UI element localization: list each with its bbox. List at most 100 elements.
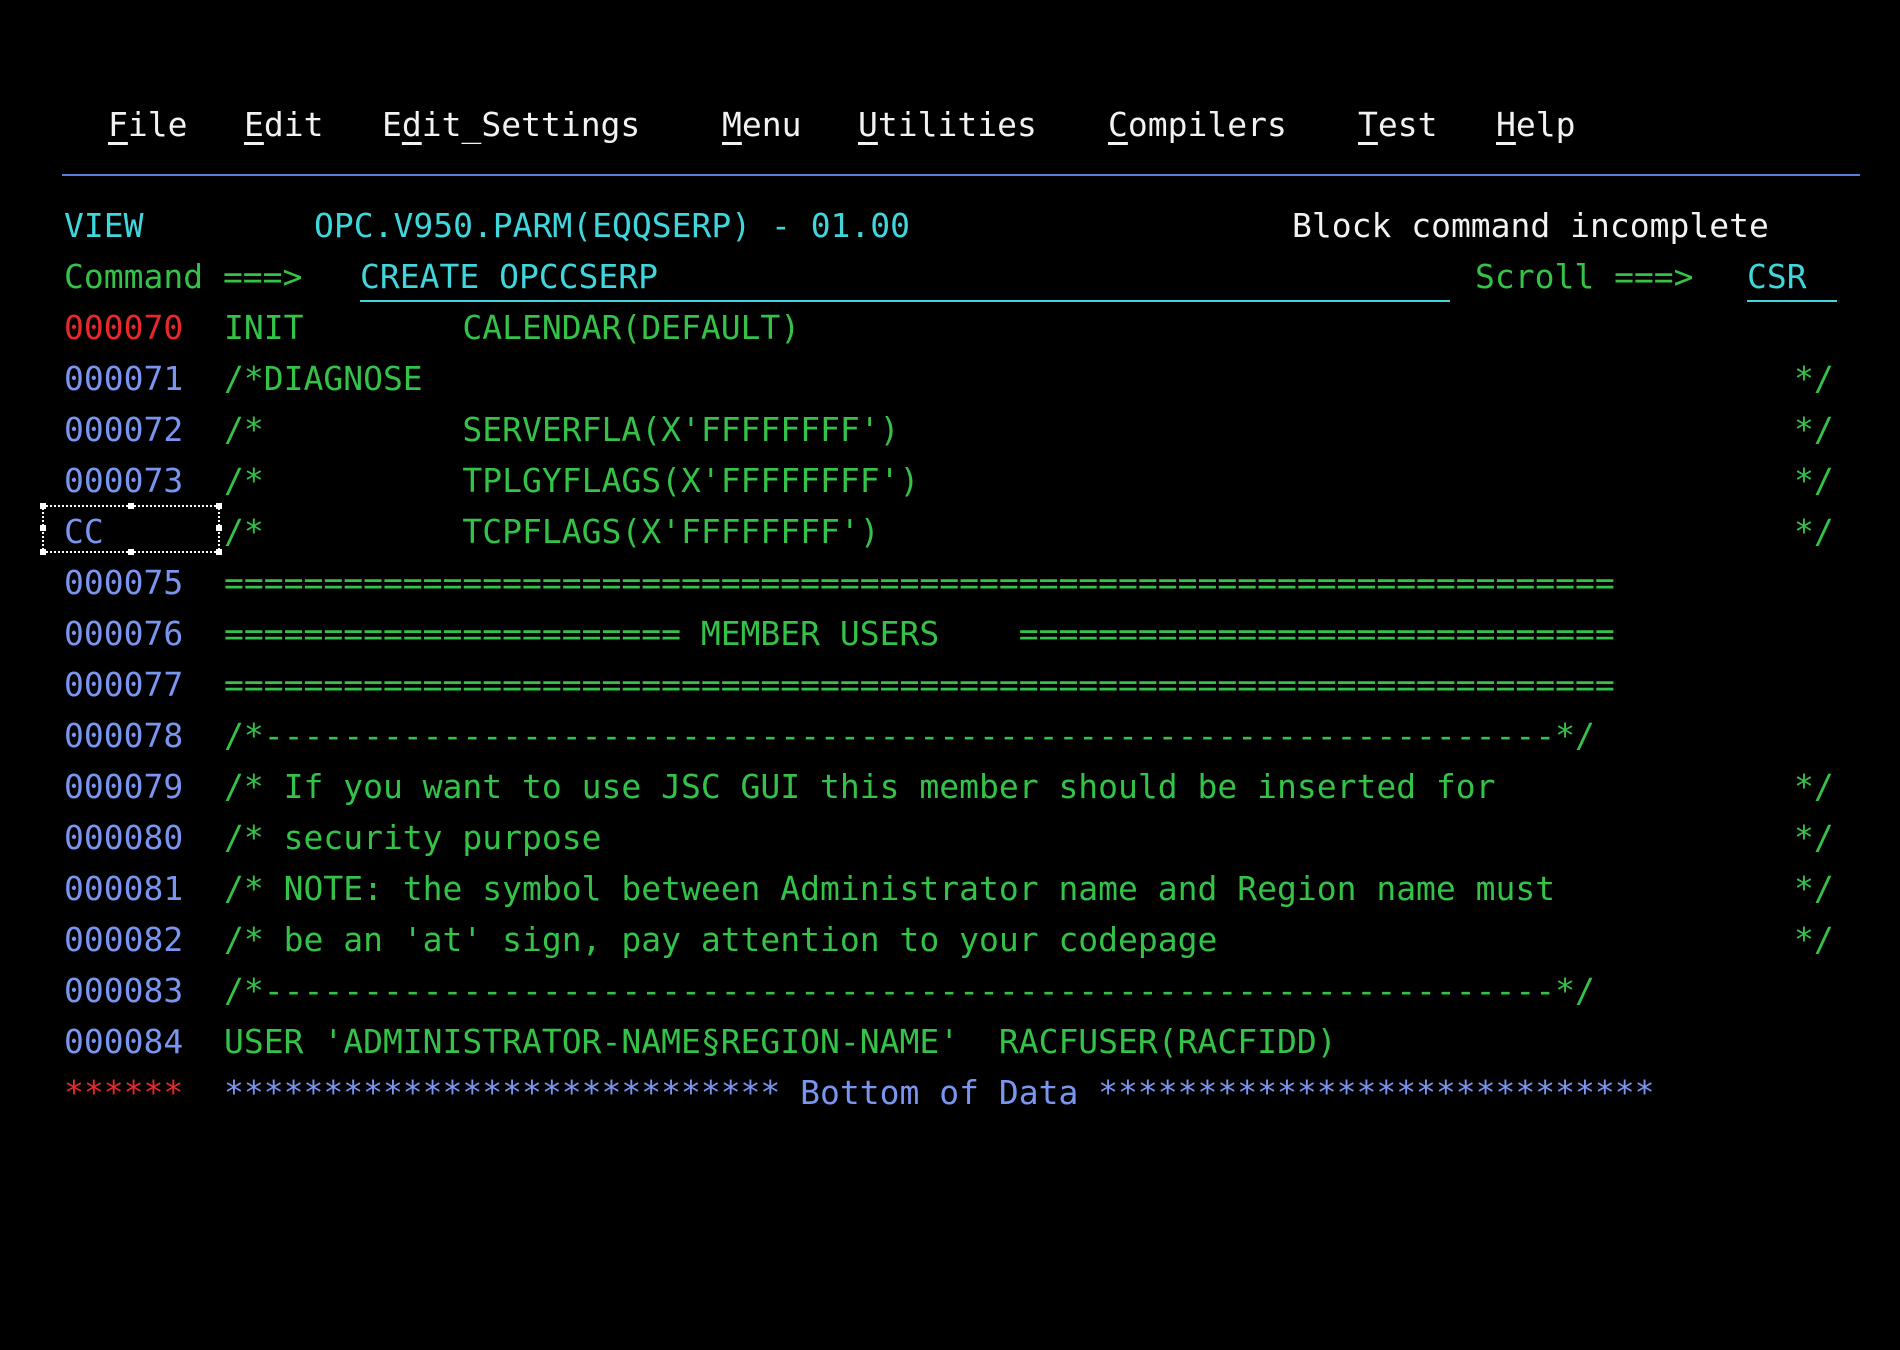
dataset-name: OPC.V950.PARM(EQQSERP) - 01.00: [314, 206, 911, 245]
line-text[interactable]: /* SERVERFLA(X'FFFFFFFF'): [224, 405, 900, 455]
line-number[interactable]: 000084: [64, 1017, 183, 1067]
resize-handle[interactable]: [40, 525, 46, 531]
bottom-marker: ******: [64, 1073, 184, 1112]
data-line: 000082 /* be an 'at' sign, pay attention…: [0, 915, 1900, 965]
line-text[interactable]: ======================= MEMBER USERS ===…: [224, 609, 1615, 659]
command-label: Command ===>: [64, 257, 303, 296]
line-text[interactable]: /* security purpose: [224, 813, 602, 863]
scroll-input[interactable]: CSR: [1747, 252, 1837, 302]
menu-accelerator: F: [108, 105, 128, 144]
bottom-of-data-text: **************************** Bottom of D…: [224, 1073, 1655, 1112]
menu-test[interactable]: Test: [1358, 100, 1437, 150]
line-text[interactable]: /* TCPFLAGS(X'FFFFFFFF'): [224, 507, 880, 557]
data-line: 000070 INIT CALENDAR(DEFAULT): [0, 303, 1900, 353]
resize-handle[interactable]: [216, 525, 222, 531]
menu-label: dit: [263, 105, 324, 144]
line-number[interactable]: 000080: [64, 813, 183, 863]
line-number[interactable]: 000077: [64, 660, 183, 710]
line-text[interactable]: /*DIAGNOSE: [224, 354, 423, 404]
ispf-edit-screen: File Edit Edit_Settings Menu Utilities C…: [0, 0, 1900, 1350]
line-number[interactable]: 000082: [64, 915, 183, 965]
menu-menu[interactable]: Menu: [722, 100, 801, 150]
title-line: VIEW OPC.V950.PARM(EQQSERP) - 01.00 Bloc…: [0, 201, 1900, 251]
menu-edit[interactable]: Edit: [244, 100, 323, 150]
data-line: 000077 =================================…: [0, 660, 1900, 710]
bottom-of-data-line: ****** **************************** Bott…: [0, 1068, 1900, 1118]
menu-accelerator: H: [1496, 105, 1516, 144]
menu-accelerator: U: [858, 105, 878, 144]
resize-handle[interactable]: [128, 549, 134, 555]
line-number[interactable]: 000072: [64, 405, 183, 455]
line-number[interactable]: 000083: [64, 966, 183, 1016]
data-line: 000072 /* SERVERFLA(X'FFFFFFFF') */: [0, 405, 1900, 455]
menu-label: ompilers: [1127, 105, 1287, 144]
resize-handle[interactable]: [216, 549, 222, 555]
data-line: 000078 /*-------------------------------…: [0, 711, 1900, 761]
line-text[interactable]: /* If you want to use JSC GUI this membe…: [224, 762, 1496, 812]
resize-handle[interactable]: [216, 503, 222, 509]
menu-accelerator: M: [722, 105, 742, 144]
command-line: Command ===> CREATE OPCCSERP Scroll ===>…: [0, 252, 1900, 302]
line-text[interactable]: /* TPLGYFLAGS(X'FFFFFFFF'): [224, 456, 919, 506]
menu-bar: File Edit Edit_Settings Menu Utilities C…: [0, 100, 1900, 150]
resize-handle[interactable]: [128, 503, 134, 509]
line-number[interactable]: 000081: [64, 864, 183, 914]
line-text[interactable]: /*--------------------------------------…: [224, 966, 1595, 1016]
menu-label: enu: [741, 105, 802, 144]
status-message: Block command incomplete: [1292, 206, 1769, 245]
menu-accelerator: d: [401, 105, 422, 144]
line-number[interactable]: 000076: [64, 609, 183, 659]
menu-edit-settings[interactable]: Edit_Settings: [382, 100, 640, 150]
data-line: 000080 /* security purpose */: [0, 813, 1900, 863]
menu-label: est: [1377, 105, 1438, 144]
line-end: */: [1794, 869, 1834, 908]
menu-help[interactable]: Help: [1496, 100, 1575, 150]
line-number[interactable]: 000075: [64, 558, 183, 608]
menu-divider: [62, 174, 1860, 176]
line-text[interactable]: ========================================…: [224, 660, 1615, 710]
command-input[interactable]: CREATE OPCCSERP: [360, 252, 1450, 302]
menu-file[interactable]: File: [108, 100, 187, 150]
menu-label: E: [382, 105, 402, 144]
menu-label: tilities: [877, 105, 1037, 144]
line-end: */: [1794, 767, 1834, 806]
menu-label: elp: [1515, 105, 1576, 144]
data-line: 000071 /*DIAGNOSE */: [0, 354, 1900, 404]
menu-label: it_Settings: [421, 105, 641, 144]
data-line: 000079 /* If you want to use JSC GUI thi…: [0, 762, 1900, 812]
data-line: 000075 =================================…: [0, 558, 1900, 608]
menu-accelerator: C: [1108, 105, 1128, 144]
data-line: 000083 /*-------------------------------…: [0, 966, 1900, 1016]
menu-utilities[interactable]: Utilities: [858, 100, 1037, 150]
data-line: 000081 /* NOTE: the symbol between Admin…: [0, 864, 1900, 914]
menu-compilers[interactable]: Compilers: [1108, 100, 1287, 150]
line-end: */: [1794, 410, 1834, 449]
line-command-selection: [40, 503, 222, 555]
edit-mode: VIEW: [64, 206, 144, 245]
resize-handle[interactable]: [40, 503, 46, 509]
line-end: */: [1794, 920, 1834, 959]
line-text[interactable]: INIT CALENDAR(DEFAULT): [224, 303, 800, 353]
menu-label: ile: [127, 105, 188, 144]
data-line: 000076 ======================= MEMBER US…: [0, 609, 1900, 659]
line-number[interactable]: 000073: [64, 456, 183, 506]
line-text[interactable]: ========================================…: [224, 558, 1615, 608]
data-line: CC /* TCPFLAGS(X'FFFFFFFF') */: [0, 507, 1900, 557]
menu-accelerator: T: [1358, 105, 1378, 144]
line-number[interactable]: 000079: [64, 762, 183, 812]
line-end: */: [1794, 512, 1834, 551]
resize-handle[interactable]: [40, 549, 46, 555]
line-end: */: [1794, 359, 1834, 398]
line-number[interactable]: 000070: [64, 303, 183, 353]
line-end: */: [1794, 818, 1834, 857]
menu-accelerator: E: [244, 105, 264, 144]
data-line: 000073 /* TPLGYFLAGS(X'FFFFFFFF') */: [0, 456, 1900, 506]
line-text[interactable]: /*--------------------------------------…: [224, 711, 1595, 761]
line-number[interactable]: 000078: [64, 711, 183, 761]
line-text[interactable]: USER 'ADMINISTRATOR-NAME§REGION-NAME' RA…: [224, 1017, 1337, 1067]
data-line: 000084 USER 'ADMINISTRATOR-NAME§REGION-N…: [0, 1017, 1900, 1067]
line-number[interactable]: 000071: [64, 354, 183, 404]
line-text[interactable]: /* NOTE: the symbol between Administrato…: [224, 864, 1555, 914]
scroll-label: Scroll ===>: [1475, 257, 1694, 296]
line-text[interactable]: /* be an 'at' sign, pay attention to you…: [224, 915, 1217, 965]
